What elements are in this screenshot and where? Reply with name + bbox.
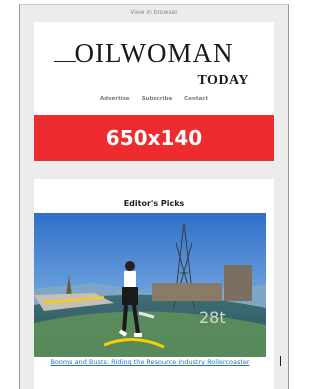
editors-picks-card: Editor's Picks 28t Booms and Busts: Ridi… [34,179,281,389]
helipad-marking: 28t [199,308,226,327]
ad-banner[interactable]: 650x140 [34,115,274,161]
feature-photo[interactable]: 28t [34,213,266,357]
feature-caption-link[interactable]: Booms and Busts: Riding the Resource Ind… [34,358,266,366]
view-in-browser-link[interactable]: View in browser [20,9,288,16]
feature-photo-image: 28t [34,213,266,357]
text-cursor-bar [280,356,281,366]
email-frame: View in browser OILWOMAN TODAY Advertise… [19,4,289,389]
editors-picks-title: Editor's Picks [123,199,185,208]
nav-advertise[interactable]: Advertise [100,96,130,102]
nav-links: Advertise Subscribe Contact [34,96,274,102]
nav-contact[interactable]: Contact [184,96,208,102]
logo-sub-text: TODAY [197,73,249,88]
logo-main-text: OILWOMAN [74,38,234,68]
logo[interactable]: OILWOMAN TODAY [34,38,274,96]
nav-subscribe[interactable]: Subscribe [142,96,173,102]
header-card: OILWOMAN TODAY Advertise Subscribe Conta… [34,22,274,161]
